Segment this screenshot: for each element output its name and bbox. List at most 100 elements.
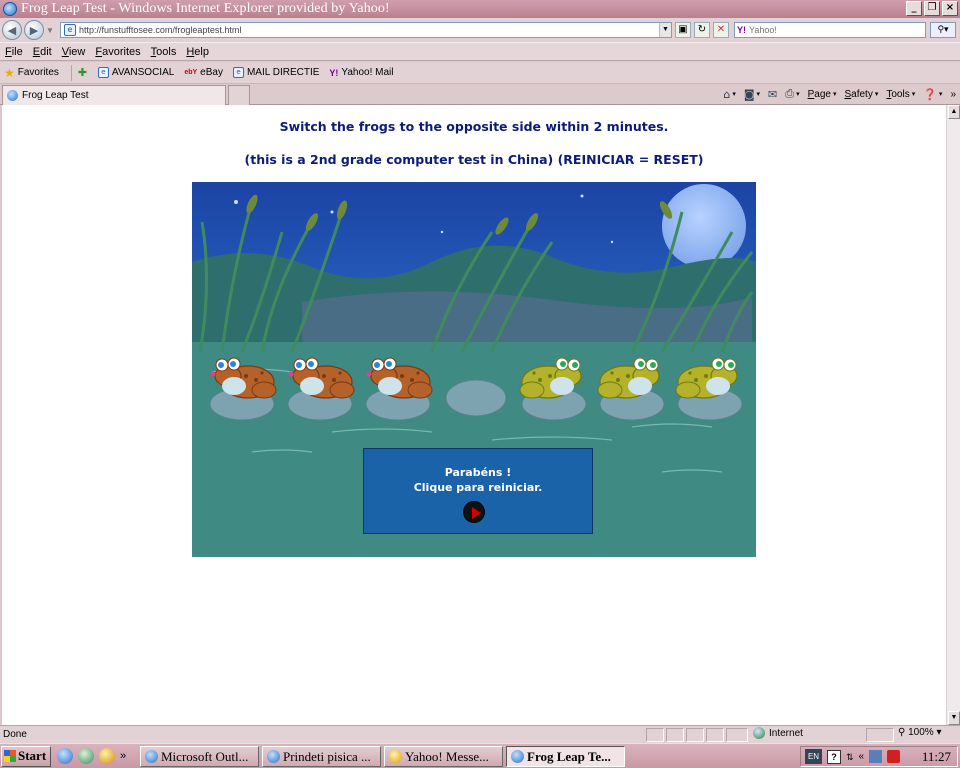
status-panel <box>726 728 748 742</box>
network-icon[interactable] <box>869 750 883 763</box>
task-label: Frog Leap Te... <box>527 748 611 764</box>
status-panel <box>666 728 684 742</box>
close-button[interactable]: × <box>942 1 958 16</box>
tray-expand-icon[interactable]: « <box>859 751 865 762</box>
moon <box>662 184 746 268</box>
media-player-icon[interactable] <box>99 748 115 764</box>
page-menu[interactable]: Page ▾ <box>808 89 837 100</box>
scroll-up-icon[interactable]: ▲ <box>948 105 960 119</box>
zoom-value: 100% <box>908 727 934 738</box>
ie-window: Frog Leap Test - Windows Internet Explor… <box>0 0 960 768</box>
ie-icon <box>267 750 280 763</box>
tab-row: Frog Leap Test ⌂ ▾ ◙ ▾ ✉ ⎙ ▾ Page ▾ Safety ▾ … <box>0 84 960 105</box>
help-tray-icon[interactable]: ? <box>827 749 841 764</box>
note-text: (this is a 2nd grade computer test in Ch… <box>244 152 704 167</box>
vertical-scrollbar[interactable]: ▲ ▼ <box>946 105 960 725</box>
back-button[interactable]: ◀ <box>2 20 22 40</box>
home-icon: ⌂ <box>723 87 731 101</box>
rss-icon: ◙ <box>743 87 755 101</box>
yahoo-icon: Y! <box>329 67 339 78</box>
menu-bar: File Edit View Favorites Tools Help <box>0 42 960 61</box>
mail-button[interactable]: ✉ <box>768 88 777 101</box>
menu-help[interactable]: Help <box>186 46 209 58</box>
search-box[interactable]: Y! Yahoo! <box>734 22 926 38</box>
status-text: Done <box>3 729 27 740</box>
tab-label: Frog Leap Test <box>22 90 89 101</box>
address-field[interactable]: e http://funstufftosee.com/frogleaptest.… <box>60 22 672 38</box>
task-label: Yahoo! Messe... <box>405 748 489 764</box>
ie-icon[interactable] <box>57 748 73 764</box>
quick-launch-chevron-icon[interactable]: » <box>120 748 130 764</box>
system-tray: EN ? ⇅ « 11:27 <box>800 746 958 767</box>
restore-button[interactable]: ❐ <box>924 1 940 16</box>
stop-icon[interactable]: ✕ <box>713 22 729 38</box>
tab-frog-leap-test[interactable]: Frog Leap Test <box>2 85 226 105</box>
result-panel[interactable]: Parabéns ! Clique para reiniciar. <box>363 448 593 534</box>
taskbar: Start » Microsoft Outl... Prindeti pisic… <box>0 743 960 768</box>
menu-edit[interactable]: Edit <box>33 46 52 58</box>
protected-mode-icon[interactable] <box>866 728 894 742</box>
quick-launch: » <box>57 748 130 764</box>
zoom-level[interactable]: ⚲ 100% ▾ <box>898 727 942 738</box>
history-dropdown-icon[interactable]: ▼ <box>46 26 54 35</box>
frog-leap-game[interactable]: Parabéns ! Clique para reiniciar. <box>192 182 756 557</box>
search-placeholder[interactable]: Yahoo! <box>749 25 777 35</box>
task-outlook[interactable]: Microsoft Outl... <box>140 746 259 767</box>
compatibility-icon[interactable]: ▣ <box>675 22 691 38</box>
print-button[interactable]: ⎙ ▾ <box>785 87 799 101</box>
forward-button[interactable]: ▶ <box>24 20 44 40</box>
show-desktop-icon[interactable] <box>78 748 94 764</box>
favorites-label: Favorites <box>17 67 59 78</box>
menu-view[interactable]: View <box>62 46 86 58</box>
address-dropdown-icon[interactable]: ▼ <box>659 23 671 37</box>
tray-arrows-icon[interactable]: ⇅ <box>846 752 854 761</box>
task-label: Microsoft Outl... <box>161 748 249 764</box>
safety-menu[interactable]: Safety ▾ <box>844 89 878 100</box>
start-button[interactable]: Start <box>1 745 51 767</box>
scroll-down-icon[interactable]: ▼ <box>948 711 960 725</box>
page-icon: e <box>232 67 244 78</box>
windows-flag-icon <box>4 750 16 762</box>
task-yahoo-messenger[interactable]: Yahoo! Messe... <box>384 746 503 767</box>
status-panel <box>706 728 724 742</box>
task-prindeti-pisica[interactable]: Prindeti pisica ... <box>262 746 381 767</box>
home-button[interactable]: ⌂ ▾ <box>723 88 736 101</box>
overflow-chevron-icon[interactable]: » <box>950 89 956 100</box>
fav-link-label: eBay <box>200 67 223 78</box>
start-label: Start <box>18 748 47 763</box>
menu-file[interactable]: File <box>5 46 23 58</box>
new-tab-button[interactable] <box>228 85 250 105</box>
language-indicator[interactable]: EN <box>805 749 822 764</box>
antivirus-icon[interactable] <box>887 750 901 763</box>
title-bar[interactable]: Frog Leap Test - Windows Internet Explor… <box>0 0 960 18</box>
security-zone[interactable]: Internet <box>753 727 803 739</box>
tools-menu[interactable]: Tools ▾ <box>886 89 915 100</box>
fav-link-avansocial[interactable]: e AVANSOCIAL <box>97 67 174 78</box>
menu-tools[interactable]: Tools <box>151 46 177 58</box>
refresh-icon[interactable]: ↻ <box>694 22 710 38</box>
favorites-button[interactable]: ★ Favorites <box>4 66 59 80</box>
fav-link-mail-directie[interactable]: e MAIL DIRECTIE <box>232 67 319 78</box>
menu-favorites[interactable]: Favorites <box>95 46 140 58</box>
page-icon: e <box>97 67 109 78</box>
feeds-button[interactable]: ◙ ▾ <box>744 88 760 101</box>
fav-link-label: Yahoo! Mail <box>341 67 394 78</box>
minimize-button[interactable]: _ <box>906 1 922 16</box>
help-button[interactable]: ❓ ▾ <box>923 88 942 101</box>
url-text[interactable]: http://funstufftosee.com/frogleaptest.ht… <box>79 25 241 35</box>
task-frog-leap-test[interactable]: Frog Leap Te... <box>506 746 625 767</box>
fav-link-yahoo-mail[interactable]: Y! Yahoo! Mail <box>329 67 393 78</box>
printer-icon: ⎙ <box>785 87 795 100</box>
ie-icon <box>7 90 18 101</box>
separator <box>70 64 72 81</box>
fav-link-ebay[interactable]: ebY eBay <box>184 67 223 78</box>
restart-play-button[interactable] <box>463 501 485 523</box>
address-row: ◀ ▶ ▼ e http://funstufftosee.com/froglea… <box>0 18 960 42</box>
add-favorite-icon[interactable]: ✚ <box>78 66 92 80</box>
ebay-icon: ebY <box>184 69 198 76</box>
ie-icon <box>3 2 17 16</box>
result-subtitle: Clique para reiniciar. <box>413 481 543 494</box>
ie-icon <box>511 750 524 763</box>
search-button[interactable]: ⚲▾ <box>930 22 956 38</box>
status-panel <box>646 728 664 742</box>
